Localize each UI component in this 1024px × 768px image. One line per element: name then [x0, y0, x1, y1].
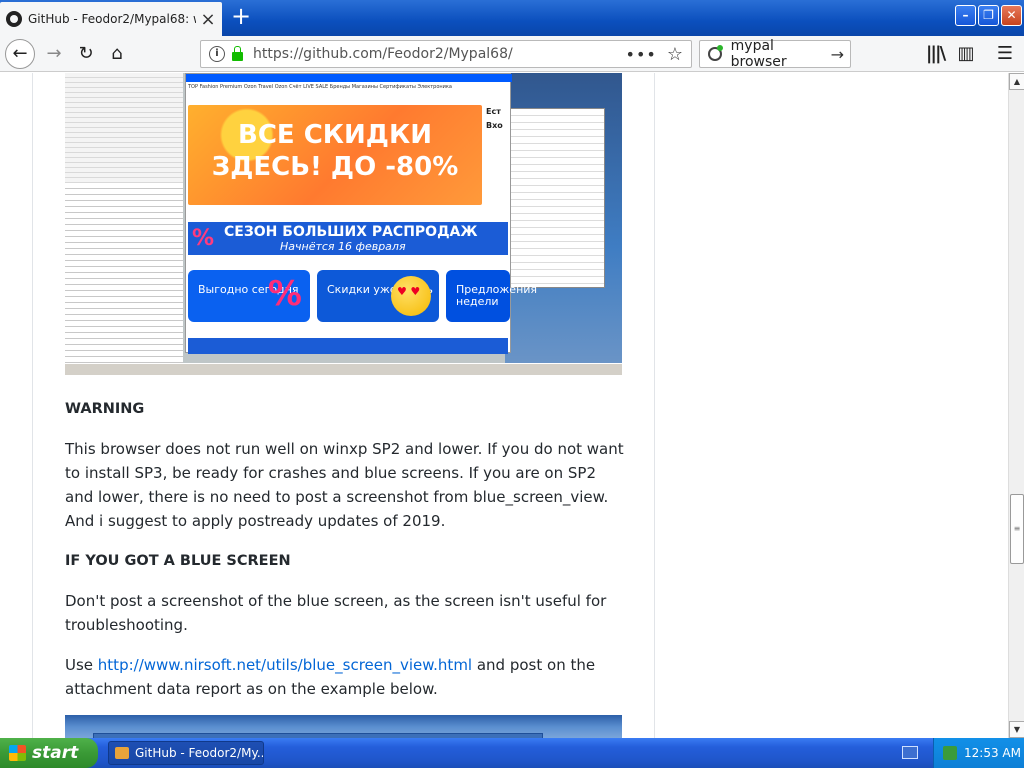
page-actions-button[interactable]: •••: [626, 45, 657, 64]
example-screenshot-image-2: [65, 715, 622, 738]
heart-eyes-emoji-icon: [391, 276, 431, 316]
scroll-thumb[interactable]: ≡: [1010, 494, 1024, 564]
blue-screen-paragraph: Don't post a screenshot of the blue scre…: [65, 592, 607, 634]
content-border-right: [654, 73, 655, 738]
season-subtitle: Начнётся 16 февраля: [280, 240, 406, 253]
site-info-icon[interactable]: i: [209, 46, 225, 62]
menu-button[interactable]: ☰: [991, 40, 1019, 68]
url-text[interactable]: https://github.com/Feodor2/Mypal68/: [253, 46, 513, 62]
reload-button[interactable]: ↻: [72, 40, 100, 68]
shop-page-image: TOP Fashion Premium Ozon Travel Ozon Счё…: [185, 73, 537, 354]
taskbar-item-browser[interactable]: GitHub - Feodor2/My...: [108, 741, 264, 765]
percent-icon: %: [192, 226, 215, 251]
blue-screen-heading: IF YOU GOT A BLUE SCREEN: [65, 553, 291, 569]
shop-header-bar: [186, 74, 512, 82]
season-banner: % СЕЗОН БОЛЬШИХ РАСПРОДАЖ Начнётся 16 фе…: [188, 222, 508, 255]
file-list-image: [510, 108, 605, 288]
title-bar: GitHub - Feodor2/Mypal68: web bro × + – …: [0, 0, 1024, 36]
system-tray: 12:53 AM: [933, 738, 1024, 768]
github-icon: [6, 11, 22, 27]
url-bar[interactable]: i https://github.com/Feodor2/Mypal68/ ••…: [200, 40, 692, 68]
screenshot-taskbar-image: [65, 363, 622, 375]
example-screenshot-image: TOP Fashion Premium Ozon Travel Ozon Счё…: [65, 73, 622, 375]
use-paragraph: Use http://www.nirsoft.net/utils/blue_sc…: [65, 653, 625, 701]
windows-taskbar: start GitHub - Feodor2/My... 12:53 AM: [0, 738, 1024, 768]
bottom-banner: [188, 338, 508, 354]
warning-paragraph: This browser does not run well on winxp …: [65, 440, 624, 530]
shop-side-text: Ест Вхо: [486, 107, 503, 130]
network-icon[interactable]: [943, 746, 957, 760]
back-button[interactable]: ←: [5, 39, 35, 69]
search-input[interactable]: mypal browser: [731, 38, 831, 70]
close-window-button[interactable]: ✕: [1001, 5, 1022, 26]
module-list-image: [65, 183, 183, 363]
bookmark-star-icon[interactable]: ☆: [667, 44, 683, 65]
page-viewport: TOP Fashion Premium Ozon Travel Ozon Счё…: [0, 73, 1008, 738]
library-button[interactable]: |||\: [921, 40, 949, 68]
search-engine-icon: [708, 45, 723, 61]
lock-icon: [232, 45, 243, 61]
tray-clock[interactable]: 12:53 AM: [964, 738, 1021, 768]
home-button[interactable]: ⌂: [103, 40, 131, 68]
browser-tab[interactable]: GitHub - Feodor2/Mypal68: web bro ×: [0, 2, 222, 36]
sidebar-button[interactable]: ▥: [952, 40, 980, 68]
content-border-left: [32, 73, 33, 738]
maximize-button[interactable]: ❐: [978, 5, 999, 26]
vertical-scrollbar[interactable]: ▲ ≡ ▼: [1008, 73, 1024, 738]
blue-screen-view-link[interactable]: http://www.nirsoft.net/utils/blue_screen…: [98, 656, 472, 674]
promo-tile-week: Предложения недели: [446, 270, 537, 322]
start-label: start: [32, 743, 79, 763]
taskbar-item-label: GitHub - Feodor2/My...: [135, 746, 264, 760]
promo-tile-discounts: Скидки уже здесь: [317, 270, 439, 322]
start-button[interactable]: start: [0, 738, 98, 768]
sale-banner: ВСЕ СКИДКИ ЗДЕСЬ! ДО -80%: [188, 105, 482, 205]
new-tab-button[interactable]: +: [229, 4, 253, 28]
navigation-toolbar: ← → ↻ ⌂ i https://github.com/Feodor2/Myp…: [0, 36, 1024, 72]
percent-icon: %: [267, 274, 302, 314]
sale-banner-line2: ЗДЕСЬ! ДО -80%: [211, 152, 459, 182]
use-prefix: Use: [65, 656, 98, 674]
sale-banner-line1: ВСЕ СКИДКИ: [238, 120, 432, 150]
season-title: СЕЗОН БОЛЬШИХ РАСПРОДАЖ: [224, 224, 478, 240]
search-go-button[interactable]: →: [831, 45, 844, 64]
keyboard-icon[interactable]: [902, 746, 918, 759]
promo-tile-today: Выгодно сегодня %: [188, 270, 310, 322]
shop-nav-links: TOP Fashion Premium Ozon Travel Ozon Счё…: [188, 84, 452, 90]
warning-heading: WARNING: [65, 401, 145, 417]
browser-app-icon: [115, 747, 129, 759]
search-bar[interactable]: mypal browser →: [699, 38, 851, 70]
scroll-down-button[interactable]: ▼: [1009, 721, 1024, 738]
tab-title: GitHub - Feodor2/Mypal68: web bro: [28, 12, 196, 26]
scroll-up-button[interactable]: ▲: [1009, 73, 1024, 90]
tab-close-button[interactable]: ×: [200, 9, 216, 30]
forward-button[interactable]: →: [40, 40, 68, 68]
windows-logo-icon: [9, 745, 26, 761]
minimize-button[interactable]: –: [955, 5, 976, 26]
